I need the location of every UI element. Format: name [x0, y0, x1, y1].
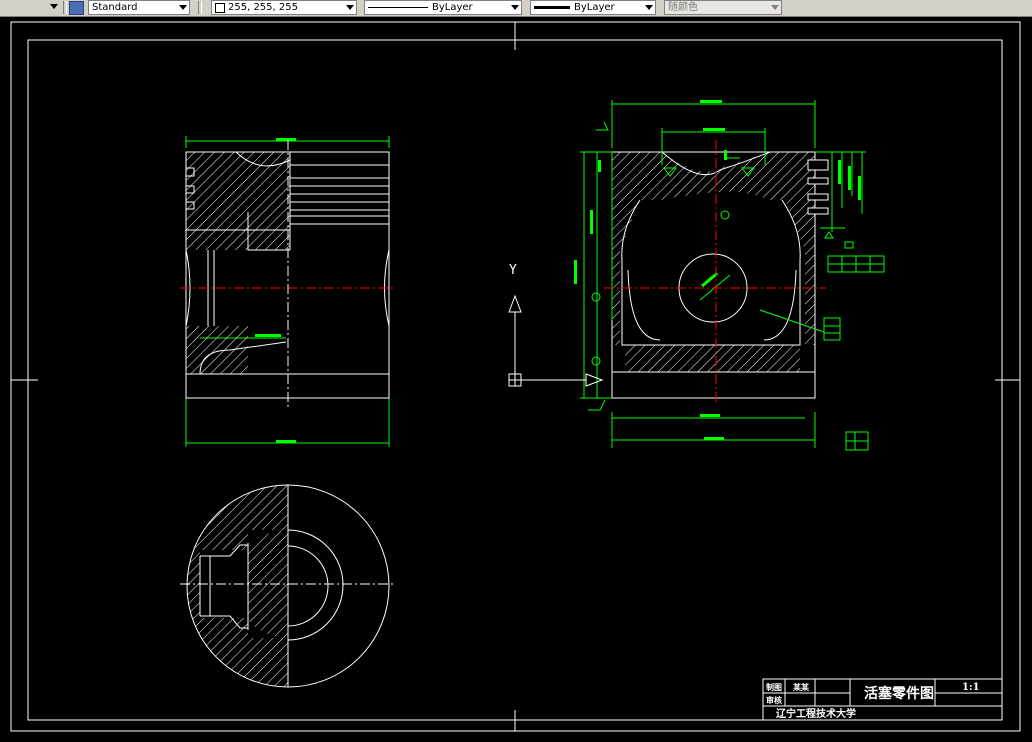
lineweight-value: ByLayer — [574, 2, 615, 13]
chevron-down-icon — [511, 5, 519, 10]
piston-front-view[interactable] — [180, 136, 395, 447]
toolbar-separator — [198, 1, 202, 14]
piston-top-view[interactable] — [180, 484, 394, 688]
color-dropdown[interactable]: 255, 255, 255 — [211, 0, 357, 15]
lineweight-dropdown[interactable]: ByLayer — [530, 0, 656, 15]
drawing-canvas[interactable]: Y 制图 某某 审核 活塞零件图 1:1 辽宁工程技术大学 — [0, 17, 1032, 742]
properties-toolbar: Standard 255, 255, 255 ByLayer ByLayer 随… — [0, 0, 1032, 17]
plot-style-value: 随颜色 — [668, 2, 698, 13]
text-style-dropdown[interactable]: Standard — [88, 0, 190, 15]
row1-value: 某某 — [792, 682, 810, 692]
chevron-down-icon — [645, 5, 653, 10]
chevron-down-icon — [179, 5, 187, 10]
toolbar-separator — [63, 1, 67, 14]
text-style-value: Standard — [92, 2, 138, 13]
text-style-icon[interactable] — [69, 1, 84, 15]
school-name: 辽宁工程技术大学 — [776, 707, 856, 720]
color-value: 255, 255, 255 — [228, 2, 298, 13]
row1-label: 制图 — [766, 682, 782, 692]
ucs-y-label: Y — [509, 263, 517, 278]
linetype-dropdown[interactable]: ByLayer — [364, 0, 522, 15]
lineweight-sample — [534, 6, 570, 9]
row2-label: 审核 — [766, 695, 782, 705]
piston-section-view[interactable] — [574, 100, 885, 451]
linetype-sample — [368, 7, 428, 8]
chevron-down-icon — [771, 5, 779, 10]
drawing-title: 活塞零件图 — [864, 685, 934, 702]
ucs-icon — [508, 294, 604, 387]
plot-style-dropdown[interactable]: 随颜色 — [664, 0, 782, 15]
linetype-value: ByLayer — [432, 2, 473, 13]
drawing-scale: 1:1 — [962, 682, 980, 693]
chevron-down-icon — [50, 4, 58, 9]
color-swatch — [215, 2, 225, 13]
chevron-down-icon — [346, 5, 354, 10]
layer-dropdown-tail[interactable] — [0, 0, 60, 15]
